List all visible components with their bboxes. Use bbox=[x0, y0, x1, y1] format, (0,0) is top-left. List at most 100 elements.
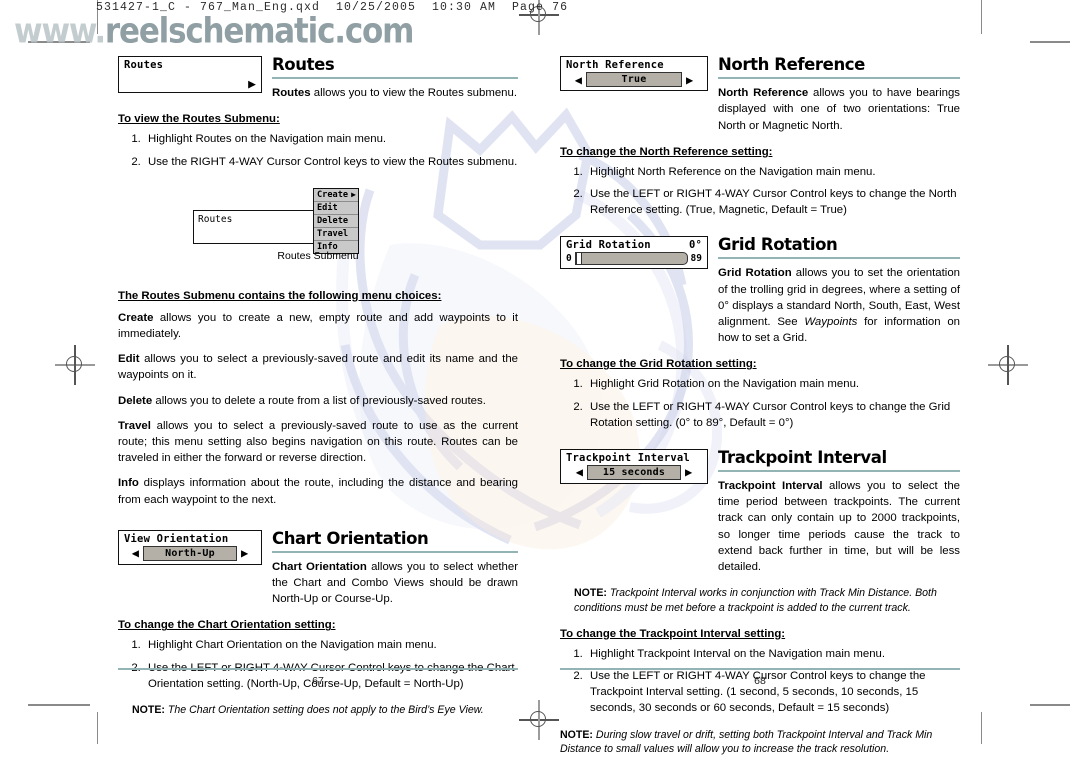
note-trackpoint-conjunction: NOTE: Trackpoint Interval works in conju… bbox=[560, 586, 960, 616]
crop-mark-bottom-right-v bbox=[981, 712, 983, 744]
view-orientation-value-row: ◀ North-Up ▶ bbox=[119, 545, 261, 564]
submenu-item-label: Create bbox=[317, 189, 349, 200]
grid-rotation-intro: Grid Rotation allows you to set the orie… bbox=[718, 265, 960, 346]
grid-rotation-min-label: 0 bbox=[566, 253, 572, 265]
choice-desc: allows you to select a previously-saved … bbox=[118, 419, 518, 465]
grid-rotation-slider-track[interactable] bbox=[574, 252, 688, 266]
grid-rotation-max-label: 89 bbox=[690, 253, 702, 265]
choice-term: Travel bbox=[118, 419, 151, 432]
heading-routes: Routes bbox=[272, 55, 335, 74]
right-page-column: North Reference ◀ True ▶ North Reference… bbox=[560, 55, 960, 757]
choice-term: Edit bbox=[118, 353, 140, 366]
note-label: NOTE: bbox=[574, 587, 607, 600]
arrow-right-icon[interactable]: ▶ bbox=[686, 74, 693, 86]
figure-routes-submenu: Routes Create ▶ Edit Delete Travel Info R… bbox=[193, 187, 443, 274]
steps-view-routes-submenu: Highlight Routes on the Navigation main … bbox=[118, 131, 518, 169]
choice-info: Info displays information about the rout… bbox=[118, 475, 518, 507]
submenu-item-edit: Edit bbox=[314, 202, 358, 215]
subhead-change-trackpoint-interval: To change the Trackpoint Interval settin… bbox=[560, 627, 786, 640]
intro-term: Grid Rotation bbox=[718, 267, 792, 280]
grid-rotation-slider-row[interactable]: 0 89 bbox=[561, 252, 707, 268]
arrow-left-icon[interactable]: ◀ bbox=[576, 466, 583, 478]
choice-desc: displays information about the route, in… bbox=[118, 477, 518, 506]
choice-term: Info bbox=[118, 477, 139, 490]
choice-travel: Travel allows you to select a previously… bbox=[118, 418, 518, 467]
trackpoint-interval-widget[interactable]: Trackpoint Interval ◀ 15 seconds ▶ bbox=[560, 448, 708, 484]
heading-rule bbox=[718, 470, 960, 473]
registration-mark-right bbox=[988, 345, 1028, 385]
grid-rotation-slider-knob[interactable] bbox=[575, 252, 582, 266]
choice-desc: allows you to select a previously-saved … bbox=[118, 353, 518, 382]
registration-mark-bottom bbox=[519, 700, 559, 740]
subhead-view-routes-submenu: To view the Routes Submenu: bbox=[118, 113, 280, 126]
arrow-right-icon[interactable]: ▶ bbox=[241, 547, 248, 559]
routes-intro-rest: allows you to view the Routes submenu. bbox=[310, 87, 518, 100]
routes-intro-term: Routes bbox=[272, 87, 311, 100]
crop-mark-top-right-h bbox=[1030, 41, 1070, 43]
choice-desc: allows you to create a new, empty route … bbox=[118, 311, 518, 341]
subhead-change-grid-rotation: To change the Grid Rotation setting: bbox=[560, 358, 757, 371]
grid-rotation-current-value: 0° bbox=[688, 239, 702, 252]
footer-right-page: 68 bbox=[560, 668, 960, 687]
arrow-right-icon[interactable]: ▶ bbox=[685, 466, 692, 478]
north-reference-value-row: ◀ True ▶ bbox=[561, 72, 707, 90]
note-text: The Chart Orientation setting does not a… bbox=[164, 704, 484, 717]
section-routes: Routes ▶ Routes Routes allows you to vie… bbox=[118, 55, 518, 170]
intro-term: Trackpoint Interval bbox=[718, 480, 823, 493]
chevron-right-icon[interactable]: ▶ bbox=[248, 78, 256, 91]
choice-term: Create bbox=[118, 311, 154, 324]
arrow-left-icon[interactable]: ◀ bbox=[575, 74, 582, 86]
left-page-column: Routes ▶ Routes Routes allows you to vie… bbox=[118, 55, 518, 718]
section-trackpoint-interval: Trackpoint Interval ◀ 15 seconds ▶ Track… bbox=[560, 448, 960, 757]
routes-menu-widget[interactable]: Routes ▶ bbox=[118, 56, 262, 93]
section-grid-rotation: 0° Grid Rotation 0 89 Grid Rotation Grid… bbox=[560, 236, 960, 431]
choice-delete: Delete allows you to delete a route from… bbox=[118, 393, 518, 409]
heading-rule bbox=[718, 257, 960, 260]
footer-rule bbox=[560, 668, 960, 670]
heading-grid-rotation: Grid Rotation bbox=[718, 235, 838, 255]
footer-rule bbox=[118, 668, 518, 670]
figure-caption: Routes Submenu bbox=[277, 249, 359, 262]
view-orientation-value: North-Up bbox=[143, 545, 237, 561]
step-item: Highlight Trackpoint Interval on the Nav… bbox=[586, 646, 960, 662]
north-reference-value: True bbox=[586, 72, 682, 87]
note-label: NOTE: bbox=[132, 704, 165, 717]
registration-mark-left bbox=[55, 345, 95, 385]
steps-north-reference: Highlight North Reference on the Navigat… bbox=[560, 164, 960, 219]
note-trackpoint-resolution: NOTE: During slow travel or drift, setti… bbox=[560, 728, 960, 757]
note-chart-orientation: NOTE: The Chart Orientation setting does… bbox=[118, 703, 518, 718]
view-orientation-widget[interactable]: View Orientation ◀ North-Up ▶ bbox=[118, 529, 262, 565]
intro-term: North Reference bbox=[718, 87, 809, 100]
step-item: Highlight Grid Rotation on the Navigatio… bbox=[586, 376, 960, 392]
crop-mark-bottom-left-h bbox=[28, 704, 90, 706]
north-reference-intro: North Reference allows you to have beari… bbox=[718, 85, 960, 134]
page-number-left: 67 bbox=[312, 674, 324, 687]
north-reference-widget[interactable]: North Reference ◀ True ▶ bbox=[560, 56, 708, 91]
step-item: Highlight North Reference on the Navigat… bbox=[586, 164, 960, 180]
arrow-left-icon[interactable]: ◀ bbox=[132, 547, 139, 559]
step-item: Use the LEFT or RIGHT 4-WAY Cursor Contr… bbox=[586, 186, 960, 218]
step-item: Highlight Chart Orientation on the Navig… bbox=[144, 637, 518, 653]
crop-mark-bottom-left-v bbox=[97, 712, 99, 744]
view-orientation-title: View Orientation bbox=[124, 532, 229, 545]
note-text: During slow travel or drift, setting bot… bbox=[560, 728, 933, 756]
choice-term: Delete bbox=[118, 394, 153, 407]
crop-mark-bottom-right-h bbox=[1030, 704, 1070, 706]
note-text: Trackpoint Interval works in conjunction… bbox=[574, 587, 937, 614]
trackpoint-interval-title: Trackpoint Interval bbox=[566, 451, 690, 464]
north-reference-title: North Reference bbox=[566, 59, 664, 71]
wordmark-brand: reelschematic.com bbox=[104, 11, 414, 52]
chart-orientation-intro: Chart Orientation allows you to select w… bbox=[272, 559, 518, 608]
figure-submenu-box: Create ▶ Edit Delete Travel Info bbox=[313, 187, 359, 254]
reelschematic-wordmark: www.reelschematic.com bbox=[14, 11, 414, 52]
trackpoint-interval-value-row: ◀ 15 seconds ▶ bbox=[561, 464, 707, 483]
page-number-right: 68 bbox=[754, 674, 766, 687]
trackpoint-interval-intro: Trackpoint Interval allows you to select… bbox=[718, 478, 960, 575]
choice-desc: allows you to delete a route from a list… bbox=[152, 394, 486, 407]
grid-rotation-widget[interactable]: 0° Grid Rotation 0 89 bbox=[560, 236, 708, 270]
step-item: Use the RIGHT 4-WAY Cursor Control keys … bbox=[144, 154, 518, 170]
intro-rest: allows you to select the time period bet… bbox=[718, 480, 960, 573]
intro-term: Chart Orientation bbox=[272, 560, 367, 573]
submenu-item-delete: Delete bbox=[314, 215, 358, 228]
routes-intro: Routes allows you to view the Routes sub… bbox=[272, 85, 518, 101]
